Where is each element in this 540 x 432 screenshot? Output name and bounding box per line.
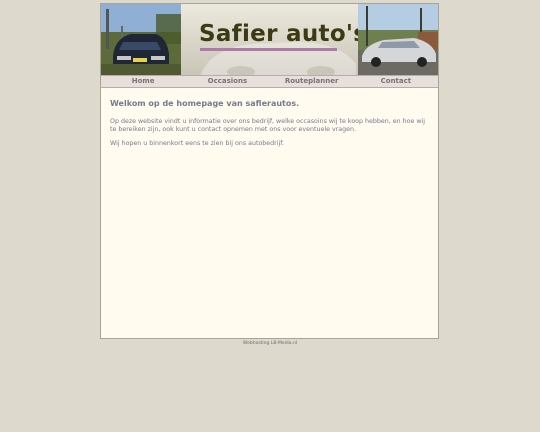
nav-occasions[interactable]: Occasions — [185, 76, 269, 87]
site-title: Safier auto's — [199, 21, 368, 47]
silver-sedan-image — [358, 4, 438, 75]
footer-credit[interactable]: Webhosting LB-Media.nl — [0, 341, 540, 346]
welcome-heading: Welkom op de homepage van safierautos. — [110, 99, 300, 108]
car-photo-left — [101, 4, 181, 75]
header: Safier auto's — [101, 4, 438, 75]
dark-sedan-image — [101, 4, 181, 75]
intro-paragraph: Op deze website vindt u informatie over … — [110, 118, 425, 133]
nav-contact[interactable]: Contact — [354, 76, 438, 87]
main-navigation: Home Occasions Routeplanner Contact — [101, 75, 438, 88]
car-photo-right — [358, 4, 438, 75]
nav-home[interactable]: Home — [101, 76, 185, 87]
page-container: Safier auto's Home Occasions Routeplanne… — [100, 3, 439, 339]
main-content: Welkom op de homepage van safierautos. O… — [110, 99, 430, 155]
banner: Safier auto's — [181, 4, 367, 75]
closing-paragraph: Wij hopen u binnenkort eens te zien bij … — [110, 140, 285, 147]
nav-routeplanner[interactable]: Routeplanner — [270, 76, 354, 87]
title-underline — [200, 48, 337, 51]
